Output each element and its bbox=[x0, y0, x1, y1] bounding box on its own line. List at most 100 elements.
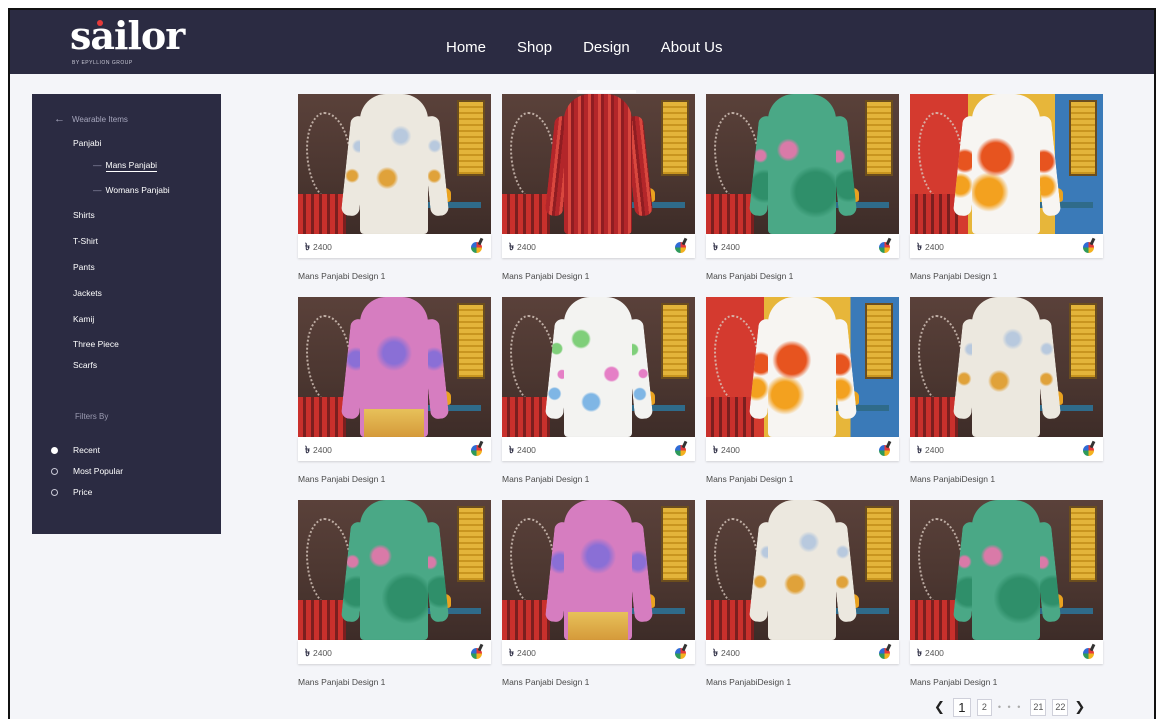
product-card[interactable]: ৳ 2400 Mans Panjabi Design 1 bbox=[706, 297, 899, 484]
category-shirts[interactable]: Shirts bbox=[73, 210, 95, 220]
price-value: 2400 bbox=[720, 445, 740, 455]
chevron-right-icon[interactable]: ❯ bbox=[1074, 699, 1085, 715]
category-jackets[interactable]: Jackets bbox=[73, 288, 102, 298]
paint-palette-icon[interactable] bbox=[675, 440, 688, 456]
price-bar: ৳ 2400 bbox=[502, 234, 695, 258]
product-card[interactable]: ৳ 2400 Mans PanjabiDesign 1 bbox=[910, 297, 1103, 484]
radio-unchecked-icon[interactable] bbox=[51, 488, 58, 496]
product-photo[interactable] bbox=[298, 500, 491, 640]
product-name[interactable]: Mans Panjabi Design 1 bbox=[298, 271, 491, 281]
category-kamij[interactable]: Kamij bbox=[73, 314, 94, 324]
filter-most-popular[interactable]: Most Popular bbox=[51, 466, 123, 476]
product-photo[interactable] bbox=[502, 500, 695, 640]
nav-home-link[interactable]: Home bbox=[446, 10, 486, 74]
product-name[interactable]: Mans Panjabi Design 1 bbox=[502, 677, 695, 687]
product-card[interactable]: ৳ 2400 Mans Panjabi Design 1 bbox=[910, 500, 1103, 687]
product-name[interactable]: Mans Panjabi Design 1 bbox=[298, 677, 491, 687]
product-name[interactable]: Mans Panjabi Design 1 bbox=[298, 474, 491, 484]
photo-window-shutter bbox=[661, 303, 689, 379]
product-name[interactable]: Mans Panjabi Design 1 bbox=[910, 677, 1103, 687]
paint-palette-icon[interactable] bbox=[1083, 440, 1096, 456]
page-1-button[interactable]: 1 bbox=[952, 697, 971, 717]
filter-recent[interactable]: Recent bbox=[51, 445, 100, 455]
product-photo[interactable] bbox=[706, 500, 899, 640]
paint-palette-icon[interactable] bbox=[879, 643, 892, 659]
product-name[interactable]: Mans Panjabi Design 1 bbox=[910, 271, 1103, 281]
product-photo[interactable] bbox=[910, 297, 1103, 437]
product-name[interactable]: Mans PanjabiDesign 1 bbox=[706, 677, 899, 687]
photo-railing bbox=[298, 397, 346, 437]
nav-shop-link[interactable]: Shop bbox=[517, 10, 552, 74]
product-card[interactable]: ৳ 2400 Mans Panjabi Design 1 bbox=[298, 94, 491, 281]
product-photo[interactable] bbox=[706, 94, 899, 234]
photo-window-shutter bbox=[661, 100, 689, 176]
product-card[interactable]: ৳ 2400 Mans Panjabi Design 1 bbox=[502, 94, 695, 281]
product-card[interactable]: ৳ 2400 Mans PanjabiDesign 1 bbox=[706, 500, 899, 687]
product-photo[interactable] bbox=[298, 297, 491, 437]
page-2-button[interactable]: 2 bbox=[976, 698, 992, 716]
radio-unchecked-icon[interactable] bbox=[51, 467, 58, 475]
price-value: 2400 bbox=[516, 445, 536, 455]
category-scarfs[interactable]: Scarfs bbox=[73, 360, 97, 370]
product-price: ৳ 2400 bbox=[305, 443, 332, 460]
product-name[interactable]: Mans Panjabi Design 1 bbox=[502, 271, 695, 281]
product-name[interactable]: Mans Panjabi Design 1 bbox=[706, 271, 899, 281]
category-panjabi[interactable]: Panjabi bbox=[73, 138, 101, 148]
paint-palette-icon[interactable] bbox=[675, 643, 688, 659]
paint-palette-icon[interactable] bbox=[471, 237, 484, 253]
product-name[interactable]: Mans Panjabi Design 1 bbox=[706, 474, 899, 484]
product-photo[interactable] bbox=[910, 94, 1103, 234]
photo-window-shutter bbox=[1069, 303, 1097, 379]
pagination-ellipsis: • • • bbox=[997, 702, 1023, 712]
product-card[interactable]: ৳ 2400 Mans Panjabi Design 1 bbox=[502, 500, 695, 687]
page-22-button[interactable]: 22 bbox=[1052, 698, 1069, 716]
page-21-button[interactable]: 21 bbox=[1030, 698, 1047, 716]
photo-lower-garment bbox=[976, 409, 1036, 437]
category-t-shirt[interactable]: T-Shirt bbox=[73, 236, 98, 246]
product-photo[interactable] bbox=[502, 94, 695, 234]
paint-palette-icon[interactable] bbox=[1083, 643, 1096, 659]
product-photo[interactable] bbox=[910, 500, 1103, 640]
product-photo[interactable] bbox=[298, 94, 491, 234]
paint-palette-icon[interactable] bbox=[675, 237, 688, 253]
filter-label: Price bbox=[73, 487, 93, 497]
subcategory-womans-panjabi[interactable]: — Womans Panjabi bbox=[93, 185, 170, 195]
top-navigation-bar: sailor BY EPYLLION GROUP Home Shop Desig… bbox=[10, 10, 1154, 93]
product-name[interactable]: Mans Panjabi Design 1 bbox=[502, 474, 695, 484]
palette-brush bbox=[885, 440, 892, 449]
photo-lower-garment bbox=[772, 206, 832, 234]
product-card[interactable]: ৳ 2400 Mans Panjabi Design 1 bbox=[706, 94, 899, 281]
taka-currency-icon: ৳ bbox=[713, 648, 718, 659]
paint-palette-icon[interactable] bbox=[879, 237, 892, 253]
nav-design-link[interactable]: Design bbox=[577, 10, 636, 93]
product-card[interactable]: ৳ 2400 Mans Panjabi Design 1 bbox=[298, 500, 491, 687]
nav-about-us-link[interactable]: About Us bbox=[661, 10, 723, 74]
taka-currency-icon: ৳ bbox=[917, 445, 922, 456]
product-card[interactable]: ৳ 2400 Mans Panjabi Design 1 bbox=[502, 297, 695, 484]
chevron-left-icon[interactable]: ❮ bbox=[934, 699, 945, 715]
paint-palette-icon[interactable] bbox=[879, 440, 892, 456]
palette-brush bbox=[477, 237, 484, 246]
product-card[interactable]: ৳ 2400 Mans Panjabi Design 1 bbox=[910, 94, 1103, 281]
product-price: ৳ 2400 bbox=[509, 443, 536, 460]
paint-palette-icon[interactable] bbox=[471, 643, 484, 659]
radio-checked-icon[interactable] bbox=[51, 446, 58, 454]
brand-logo-wordmark: sailor bbox=[70, 13, 185, 58]
brand-tagline: BY EPYLLION GROUP bbox=[72, 60, 133, 66]
app-frame: sailor BY EPYLLION GROUP Home Shop Desig… bbox=[8, 8, 1156, 719]
filter-price[interactable]: Price bbox=[51, 487, 92, 497]
category-pants[interactable]: Pants bbox=[73, 262, 95, 272]
product-card[interactable]: ৳ 2400 Mans Panjabi Design 1 bbox=[298, 297, 491, 484]
paint-palette-icon[interactable] bbox=[1083, 237, 1096, 253]
product-photo[interactable] bbox=[502, 297, 695, 437]
subcategory-mans-panjabi[interactable]: — Mans Panjabi bbox=[93, 160, 158, 172]
photo-window-shutter bbox=[457, 506, 485, 582]
paint-palette-icon[interactable] bbox=[471, 440, 484, 456]
taka-currency-icon: ৳ bbox=[305, 242, 310, 253]
taka-currency-icon: ৳ bbox=[509, 648, 514, 659]
back-to-wearable-items[interactable]: ← Wearable Items bbox=[54, 113, 128, 125]
brand-logo[interactable]: sailor BY EPYLLION GROUP bbox=[66, 14, 185, 68]
product-photo[interactable] bbox=[706, 297, 899, 437]
product-name[interactable]: Mans PanjabiDesign 1 bbox=[910, 474, 1103, 484]
category-three-piece[interactable]: Three Piece bbox=[73, 339, 119, 349]
